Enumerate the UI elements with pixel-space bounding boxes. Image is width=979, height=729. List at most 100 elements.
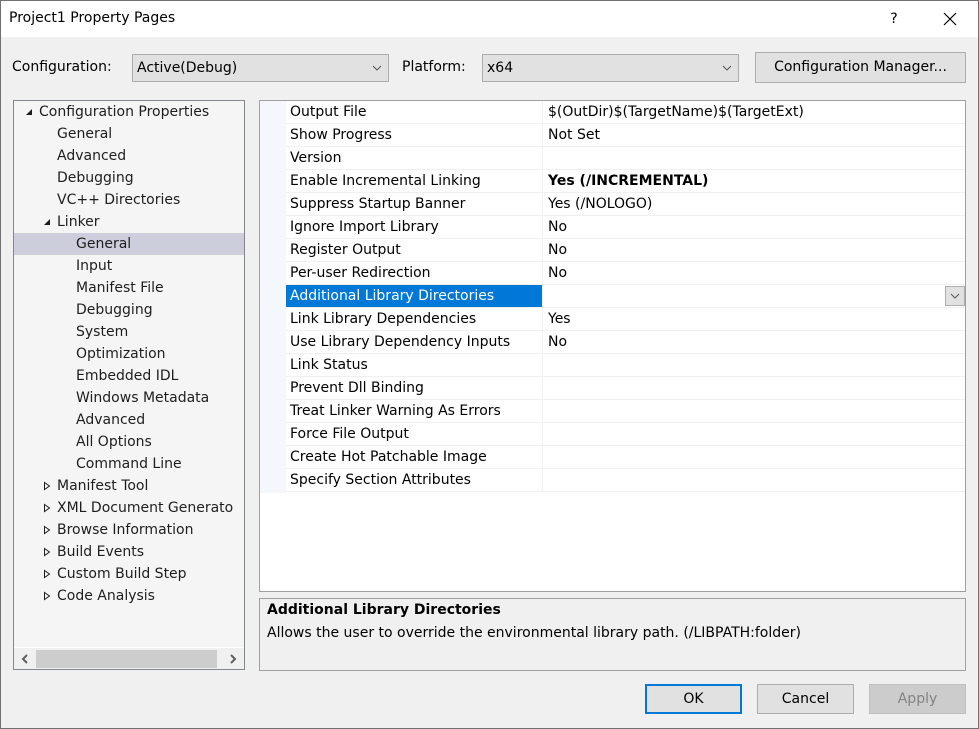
property-row[interactable]: Prevent Dll Binding xyxy=(286,377,965,400)
cancel-button[interactable]: Cancel xyxy=(757,684,854,714)
close-button[interactable] xyxy=(933,5,967,33)
tree-item[interactable]: Manifest File xyxy=(14,277,244,299)
tree-item[interactable]: Advanced xyxy=(14,409,244,431)
platform-dropdown[interactable]: x64 xyxy=(482,54,739,82)
property-row[interactable]: Use Library Dependency Inputs No xyxy=(286,331,965,354)
tree-item[interactable]: System xyxy=(14,321,244,343)
property-value[interactable] xyxy=(544,377,965,399)
property-row[interactable]: Register Output No xyxy=(286,239,965,262)
property-name[interactable]: Force File Output xyxy=(286,423,543,445)
property-row[interactable]: Output File $(OutDir)$(TargetName)$(Targe… xyxy=(286,101,965,124)
tree-item[interactable]: Manifest Tool xyxy=(14,475,244,497)
property-name[interactable]: Prevent Dll Binding xyxy=(286,377,543,399)
property-value[interactable]: Yes (/NOLOGO) xyxy=(544,193,965,215)
property-value[interactable]: Not Set xyxy=(544,124,965,146)
scroll-left-icon[interactable] xyxy=(19,653,31,665)
property-value[interactable] xyxy=(544,423,965,445)
property-row[interactable]: Create Hot Patchable Image xyxy=(286,446,965,469)
tree-horizontal-scrollbar[interactable] xyxy=(14,647,244,669)
property-value[interactable]: No xyxy=(544,331,965,353)
property-name[interactable]: Per-user Redirection xyxy=(286,262,543,284)
property-value[interactable] xyxy=(544,400,965,422)
expanded-arrow-icon[interactable] xyxy=(24,107,34,117)
property-name[interactable]: Additional Library Directories xyxy=(286,285,543,307)
property-row[interactable]: Force File Output xyxy=(286,423,965,446)
property-row[interactable]: Link Library Dependencies Yes xyxy=(286,308,965,331)
tree-item[interactable]: VC++ Directories xyxy=(14,189,244,211)
tree-item[interactable]: Build Events xyxy=(14,541,244,563)
property-name[interactable]: Output File xyxy=(286,101,543,123)
collapsed-arrow-icon[interactable] xyxy=(42,481,52,491)
property-value[interactable] xyxy=(544,285,965,307)
property-name[interactable]: Use Library Dependency Inputs xyxy=(286,331,543,353)
scrollbar-thumb[interactable] xyxy=(36,650,217,668)
property-name[interactable]: Register Output xyxy=(286,239,543,261)
tree-item-label: System xyxy=(76,324,129,340)
property-row[interactable]: Per-user Redirection No xyxy=(286,262,965,285)
tree-item[interactable]: Input xyxy=(14,255,244,277)
property-value[interactable]: Yes (/INCREMENTAL) xyxy=(544,170,965,192)
tree-item[interactable]: Command Line xyxy=(14,453,244,475)
property-row[interactable]: Additional Library Directories xyxy=(286,285,965,308)
tree-item[interactable]: Configuration Properties xyxy=(14,101,244,123)
tree-item[interactable]: Optimization xyxy=(14,343,244,365)
collapsed-arrow-icon[interactable] xyxy=(42,569,52,579)
property-name[interactable]: Version xyxy=(286,147,543,169)
collapsed-arrow-icon[interactable] xyxy=(42,591,52,601)
tree-item[interactable]: Debugging xyxy=(14,299,244,321)
property-row[interactable]: Treat Linker Warning As Errors xyxy=(286,400,965,423)
property-row[interactable]: Version xyxy=(286,147,965,170)
scroll-right-icon[interactable] xyxy=(227,653,239,665)
tree-item[interactable]: Code Analysis xyxy=(14,585,244,607)
property-name[interactable]: Link Library Dependencies xyxy=(286,308,543,330)
property-row[interactable]: Show Progress Not Set xyxy=(286,124,965,147)
tree-item[interactable]: Linker xyxy=(14,211,244,233)
property-name[interactable]: Ignore Import Library xyxy=(286,216,543,238)
tree-item[interactable]: Advanced xyxy=(14,145,244,167)
property-value[interactable]: Yes xyxy=(544,308,965,330)
configuration-manager-button[interactable]: Configuration Manager... xyxy=(755,52,966,83)
tree-item[interactable]: XML Document Generato xyxy=(14,497,244,519)
property-name[interactable]: Create Hot Patchable Image xyxy=(286,446,543,468)
property-row[interactable]: Ignore Import Library No xyxy=(286,216,965,239)
property-value[interactable]: No xyxy=(544,262,965,284)
configuration-value: Active(Debug) xyxy=(137,60,238,76)
property-value[interactable] xyxy=(544,147,965,169)
tree-item-label: Configuration Properties xyxy=(39,104,210,120)
collapsed-arrow-icon[interactable] xyxy=(42,503,52,513)
help-button[interactable]: ? xyxy=(879,5,909,33)
tree-item[interactable]: Browse Information xyxy=(14,519,244,541)
tree-item[interactable]: Debugging xyxy=(14,167,244,189)
tree-item[interactable]: Embedded IDL xyxy=(14,365,244,387)
apply-button[interactable]: Apply xyxy=(869,684,966,714)
property-name[interactable]: Specify Section Attributes xyxy=(286,469,543,491)
property-name[interactable]: Enable Incremental Linking xyxy=(286,170,543,192)
property-name[interactable]: Suppress Startup Banner xyxy=(286,193,543,215)
property-row[interactable]: Link Status xyxy=(286,354,965,377)
property-name[interactable]: Treat Linker Warning As Errors xyxy=(286,400,543,422)
collapsed-arrow-icon[interactable] xyxy=(42,525,52,535)
tree-item[interactable]: Windows Metadata xyxy=(14,387,244,409)
chevron-down-icon xyxy=(372,65,382,71)
tree-item[interactable]: Custom Build Step xyxy=(14,563,244,585)
property-value[interactable]: $(OutDir)$(TargetName)$(TargetExt) xyxy=(544,101,965,123)
property-value[interactable]: No xyxy=(544,216,965,238)
property-row[interactable]: Specify Section Attributes xyxy=(286,469,965,492)
value-dropdown-button[interactable] xyxy=(945,286,965,306)
property-row[interactable]: Suppress Startup Banner Yes (/NOLOGO) xyxy=(286,193,965,216)
ok-button[interactable]: OK xyxy=(645,684,742,714)
tree-item[interactable]: General xyxy=(14,123,244,145)
property-name[interactable]: Link Status xyxy=(286,354,543,376)
tree-item[interactable]: All Options xyxy=(14,431,244,453)
property-name[interactable]: Show Progress xyxy=(286,124,543,146)
expanded-arrow-icon[interactable] xyxy=(42,217,52,227)
platform-value: x64 xyxy=(487,60,514,76)
collapsed-arrow-icon[interactable] xyxy=(42,547,52,557)
property-value[interactable]: No xyxy=(544,239,965,261)
configuration-dropdown[interactable]: Active(Debug) xyxy=(132,54,389,82)
property-row[interactable]: Enable Incremental Linking Yes (/INCREMEN… xyxy=(286,170,965,193)
property-value[interactable] xyxy=(544,354,965,376)
property-value[interactable] xyxy=(544,469,965,491)
tree-item[interactable]: General xyxy=(14,233,244,255)
property-value[interactable] xyxy=(544,446,965,468)
